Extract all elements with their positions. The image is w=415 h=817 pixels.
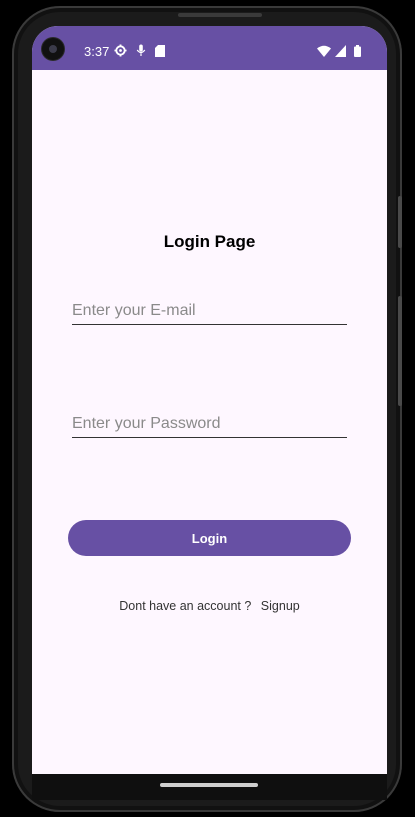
- power-button: [398, 196, 402, 248]
- wifi-icon: [317, 44, 331, 62]
- earpiece-speaker: [178, 13, 262, 17]
- front-camera: [42, 38, 64, 60]
- login-button[interactable]: Login: [68, 520, 351, 556]
- navigation-bar: [32, 774, 387, 800]
- signup-prompt: Dont have an account ?: [119, 599, 252, 613]
- microphone-icon: [136, 44, 146, 62]
- signup-link[interactable]: Signup: [261, 599, 300, 613]
- status-bar: 3:37: [32, 26, 387, 70]
- password-field[interactable]: [72, 411, 347, 438]
- email-field[interactable]: [72, 298, 347, 325]
- status-time: 3:37: [84, 44, 110, 59]
- signup-row: Dont have an account ? Signup: [32, 599, 387, 613]
- battery-icon: [354, 44, 361, 62]
- page-title: Login Page: [163, 232, 256, 251]
- status-right-icons: [317, 44, 361, 62]
- home-gesture-handle[interactable]: [160, 783, 258, 787]
- volume-button: [398, 296, 402, 406]
- sd-card-icon: [155, 44, 165, 62]
- cellular-signal-icon: [335, 44, 346, 62]
- app-screen: 3:37 Login Page Enter your E-mail Login …: [32, 26, 387, 774]
- settings-gear-icon: [114, 44, 127, 62]
